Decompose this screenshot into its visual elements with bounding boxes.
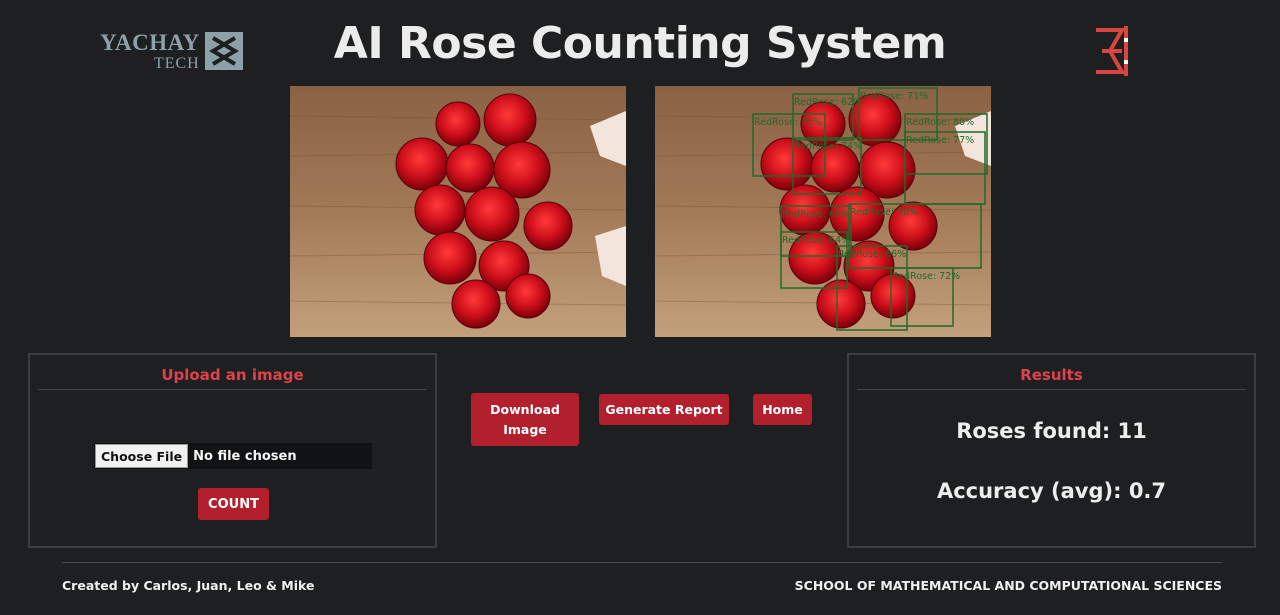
results-panel: Results Roses found: 11 Accuracy (avg): … xyxy=(847,353,1256,548)
detection-label: RedRose: 70% xyxy=(850,207,918,218)
detection-label: RedRose: 69% xyxy=(782,209,850,220)
school-logo-icon xyxy=(1096,26,1128,76)
detection-image: RedRose: 62% RedRose: 71% RedRose: 75% RedR… xyxy=(655,86,991,337)
roses-found-text: Roses found: 11 xyxy=(956,419,1147,443)
detection-label: RedRose: 75% xyxy=(754,117,822,128)
footer-credits: Created by Carlos, Juan, Leo & Mike xyxy=(62,578,315,593)
detection-label: RedRose: 72% xyxy=(892,271,960,282)
footer-school: SCHOOL OF MATHEMATICAL AND COMPUTATIONAL… xyxy=(794,578,1222,593)
detection-label: RedRose: 74% xyxy=(794,141,862,152)
accuracy-text: Accuracy (avg): 0.7 xyxy=(936,479,1167,503)
detection-label: RedRose: 77% xyxy=(906,135,974,146)
home-button[interactable]: Home xyxy=(753,394,812,425)
file-input[interactable]: Choose File No file chosen xyxy=(94,443,372,469)
detection-label: RedRose: 62% xyxy=(794,97,862,108)
footer-divider xyxy=(62,562,1222,563)
upload-panel: Upload an image Choose File No file chos… xyxy=(28,353,437,548)
detection-label: RedRose: 71% xyxy=(860,91,928,102)
choose-file-button[interactable]: Choose File xyxy=(95,444,189,468)
count-button[interactable]: COUNT xyxy=(198,488,269,520)
detection-label: RedRose: 80% xyxy=(906,117,974,128)
results-heading: Results xyxy=(857,355,1246,390)
file-status-text: No file chosen xyxy=(193,448,297,464)
download-image-button[interactable]: Download Image xyxy=(471,393,579,446)
upload-heading: Upload an image xyxy=(38,355,427,390)
original-image xyxy=(290,86,626,337)
page-title: AI Rose Counting System xyxy=(333,18,947,69)
detection-label: RedRose: 64% xyxy=(782,235,850,246)
generate-report-button[interactable]: Generate Report xyxy=(599,394,729,425)
detection-label: RedRose: 66% xyxy=(838,249,906,260)
